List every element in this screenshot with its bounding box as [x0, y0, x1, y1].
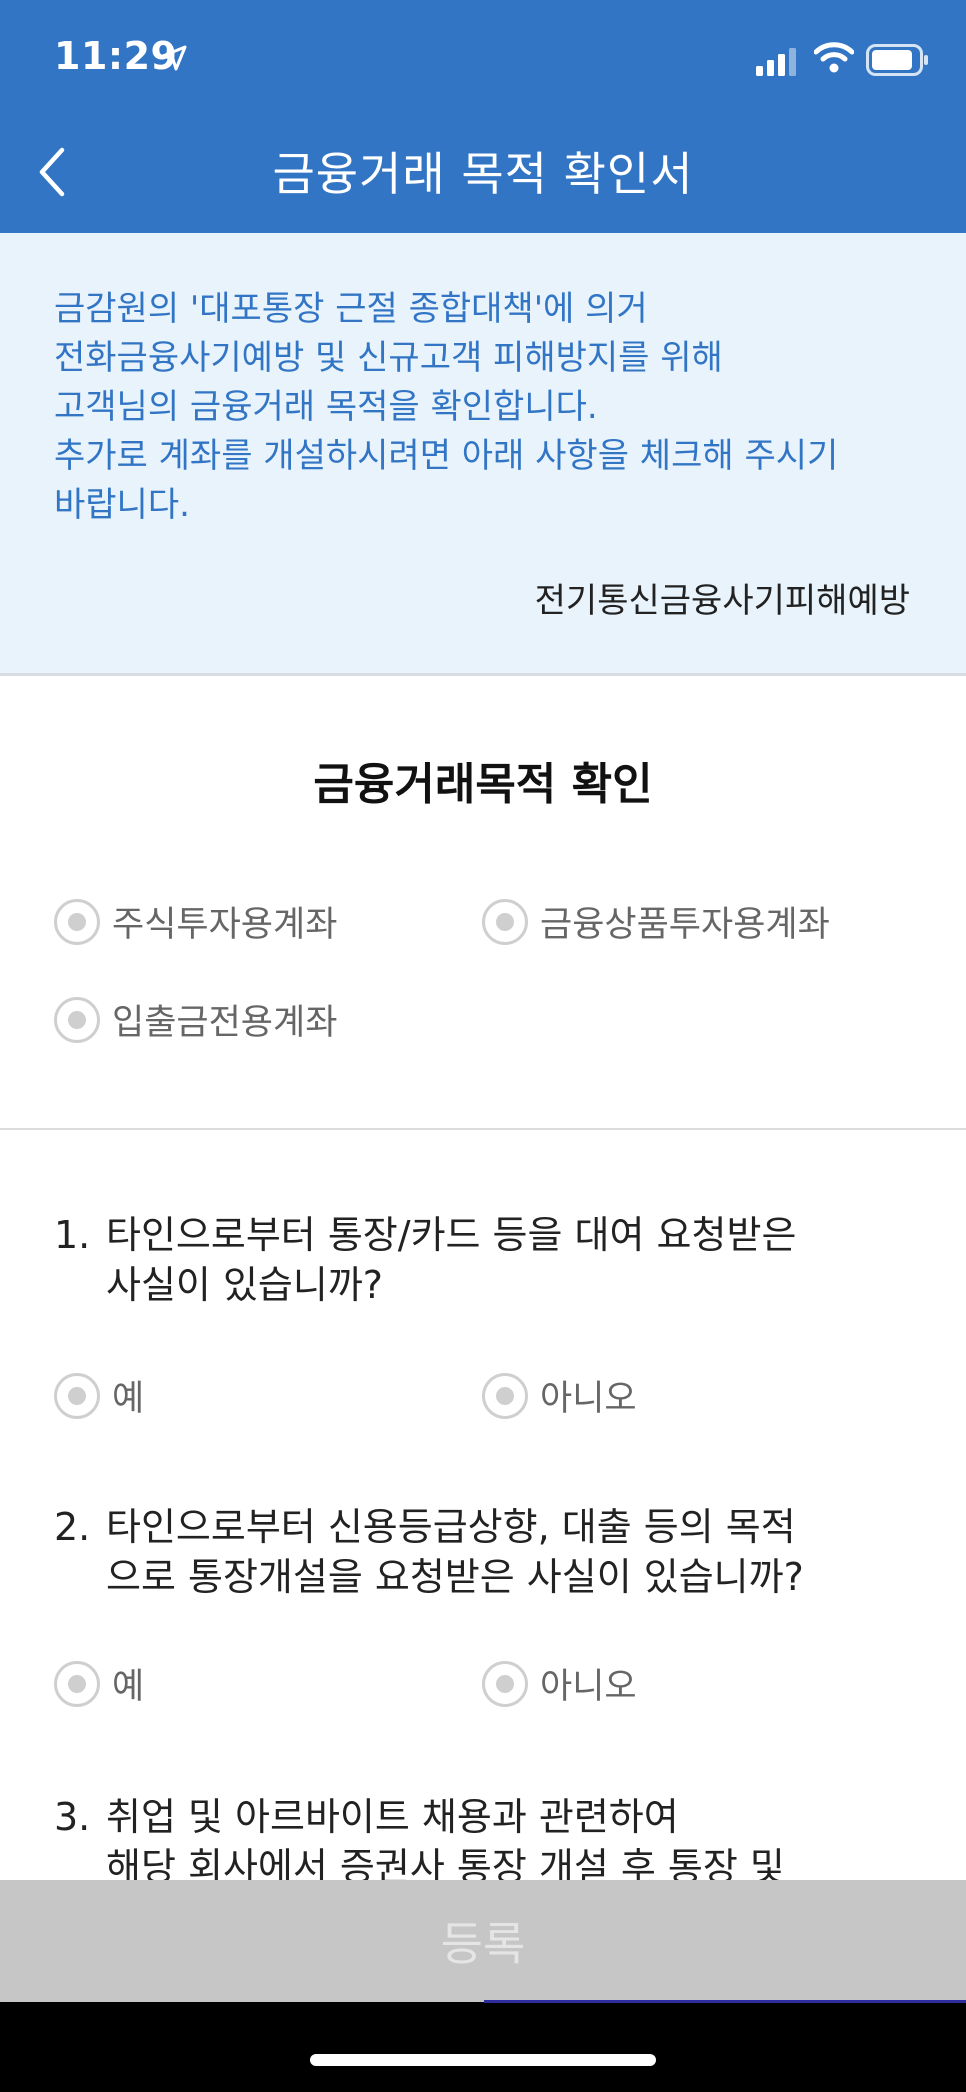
notice-line: 추가로 계좌를 개설하시려면 아래 사항을 체크해 주시기 — [54, 436, 839, 476]
app-header: 11:29 금융거래 목적 확인서 — [0, 0, 966, 233]
radio-circle-icon — [482, 1660, 528, 1707]
wifi-icon — [814, 42, 854, 73]
question-number: 1. — [54, 1213, 91, 1257]
radio-label: 아니오 — [540, 1379, 637, 1419]
notice-box: 금감원의 '대포통장 근절 종합대책'에 의거 전화금융사기예방 및 신규고객 … — [0, 233, 966, 676]
question-line: 취업 및 아르바이트 채용과 관련하여 — [106, 1795, 679, 1839]
accent-line — [484, 2000, 966, 2003]
radio-label: 예 — [112, 1667, 145, 1707]
radio-circle-icon — [54, 1660, 100, 1707]
section-divider — [0, 1128, 966, 1130]
radio-circle-icon — [482, 1372, 528, 1419]
radio-circle-icon — [54, 996, 100, 1043]
radio-circle-icon — [54, 1372, 100, 1419]
question-3: 3. 취업 및 아르바이트 채용과 관련하여 해당 회사에서 증권사 통장 개설… — [54, 1792, 934, 1892]
question-line: 사실이 있습니까? — [106, 1263, 383, 1307]
radio-label: 주식투자용계좌 — [112, 905, 338, 945]
radio-label: 예 — [112, 1379, 145, 1419]
question-text: 타인으로부터 신용등급상향, 대출 등의 목적 으로 통장개설을 요청받은 사실… — [106, 1502, 934, 1602]
home-indicator[interactable] — [310, 2054, 656, 2066]
purpose-section-title: 금융거래목적 확인 — [313, 759, 653, 810]
radio-q1-yes[interactable]: 예 — [54, 1370, 144, 1421]
radio-circle-icon — [54, 898, 100, 945]
question-number: 2. — [54, 1505, 91, 1549]
question-line: 타인으로부터 통장/카드 등을 대여 요청받은 — [106, 1213, 797, 1257]
location-arrow-icon — [161, 45, 187, 71]
notice-line: 고객님의 금융거래 목적을 확인합니다. — [54, 387, 598, 427]
cellular-signal-icon — [756, 48, 796, 76]
question-line: 타인으로부터 신용등급상향, 대출 등의 목적 — [106, 1505, 796, 1549]
notice-text: 금감원의 '대포통장 근절 종합대책'에 의거 전화금융사기예방 및 신규고객 … — [54, 285, 934, 530]
radio-label: 입출금전용계좌 — [112, 1003, 338, 1043]
question-line: 으로 통장개설을 요청받은 사실이 있습니까? — [106, 1555, 804, 1599]
radio-label: 금융상품투자용계좌 — [540, 905, 830, 945]
notice-line: 바랍니다. — [54, 485, 190, 525]
radio-label: 아니오 — [540, 1667, 637, 1707]
question-2: 2. 타인으로부터 신용등급상향, 대출 등의 목적 으로 통장개설을 요청받은… — [54, 1502, 934, 1602]
question-text: 타인으로부터 통장/카드 등을 대여 요청받은 사실이 있습니까? — [106, 1210, 934, 1310]
status-time: 11:29 — [54, 34, 178, 78]
radio-circle-icon — [482, 898, 528, 945]
battery-icon — [866, 44, 928, 76]
page-title: 금융거래 목적 확인서 — [272, 147, 694, 201]
radio-financial-product[interactable]: 금융상품투자용계좌 — [482, 896, 830, 947]
bottom-safe-area — [0, 2002, 966, 2092]
question-1: 1. 타인으로부터 통장/카드 등을 대여 요청받은 사실이 있습니까? — [54, 1210, 934, 1310]
notice-line: 전화금융사기예방 및 신규고객 피해방지를 위해 — [54, 338, 723, 378]
radio-q2-no[interactable]: 아니오 — [482, 1658, 637, 1709]
register-button[interactable]: 등록 — [0, 1880, 966, 2002]
notice-source: 전기통신금융사기피해예방 — [534, 581, 910, 621]
question-number: 3. — [54, 1795, 91, 1839]
radio-q1-no[interactable]: 아니오 — [482, 1370, 637, 1421]
notice-line: 금감원의 '대포통장 근절 종합대책'에 의거 — [54, 289, 648, 329]
radio-deposit-withdrawal[interactable]: 입출금전용계좌 — [54, 994, 337, 1045]
question-text: 취업 및 아르바이트 채용과 관련하여 해당 회사에서 증권사 통장 개설 후 … — [106, 1792, 934, 1892]
radio-q2-yes[interactable]: 예 — [54, 1658, 144, 1709]
radio-stock-investment[interactable]: 주식투자용계좌 — [54, 896, 337, 947]
